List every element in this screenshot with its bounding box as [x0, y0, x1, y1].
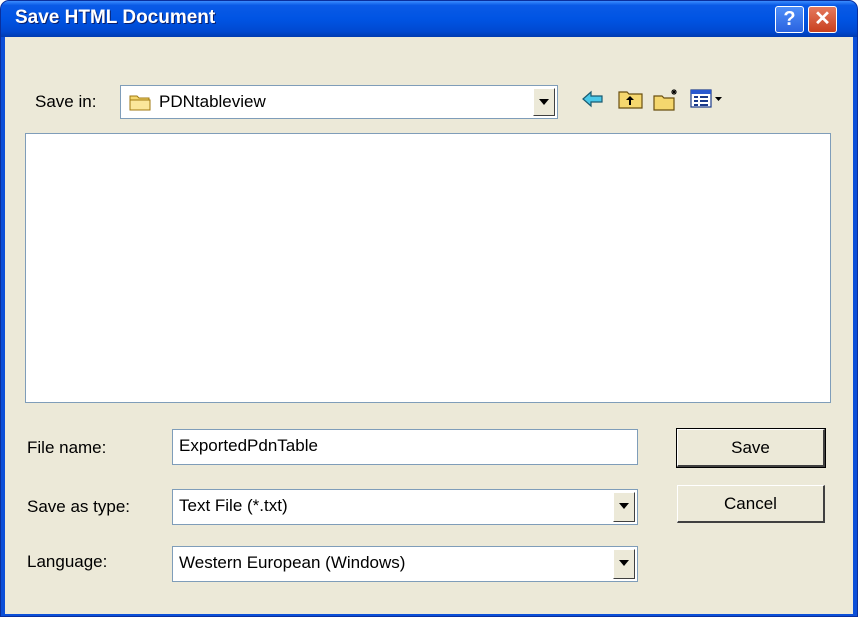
file-name-input[interactable]: ExportedPdnTable [172, 429, 638, 465]
language-label: Language: [27, 552, 108, 571]
language-dropdown[interactable]: Western European (Windows) [172, 546, 638, 582]
cancel-button[interactable]: Cancel [677, 485, 825, 523]
up-one-level-icon[interactable] [618, 88, 644, 115]
language-value: Western European (Windows) [179, 553, 406, 572]
save-as-type-value: Text File (*.txt) [179, 496, 288, 515]
save-as-type-dropdown[interactable]: Text File (*.txt) [172, 489, 638, 525]
title-bar[interactable]: Save HTML Document ? ✕ [1, 1, 857, 37]
back-arrow-icon[interactable] [581, 88, 605, 115]
file-name-value: ExportedPdnTable [179, 436, 318, 455]
close-button[interactable]: ✕ [808, 6, 837, 33]
new-folder-icon[interactable] [653, 88, 681, 117]
save-as-type-dropdown-arrow[interactable] [613, 492, 635, 522]
view-menu-icon[interactable] [690, 88, 726, 115]
help-button[interactable]: ? [775, 6, 804, 33]
file-list-view[interactable] [25, 133, 831, 403]
save-as-type-label: Save as type: [27, 497, 131, 516]
language-dropdown-arrow[interactable] [613, 549, 635, 579]
save-html-dialog: Save HTML Document ? ✕ Save in: PDNtable… [0, 0, 858, 617]
file-name-label: File name: [27, 438, 107, 457]
save-in-dropdown-arrow[interactable] [533, 88, 555, 116]
save-button[interactable]: Save [676, 428, 826, 468]
window-title: Save HTML Document [15, 7, 216, 28]
save-in-label: Save in: [35, 92, 97, 111]
dialog-client-area: Save in: PDNtableview File name: Exporte… [5, 37, 853, 614]
save-in-value: PDNtableview [159, 92, 266, 111]
folder-icon [129, 92, 151, 117]
save-in-dropdown[interactable]: PDNtableview [120, 85, 558, 119]
